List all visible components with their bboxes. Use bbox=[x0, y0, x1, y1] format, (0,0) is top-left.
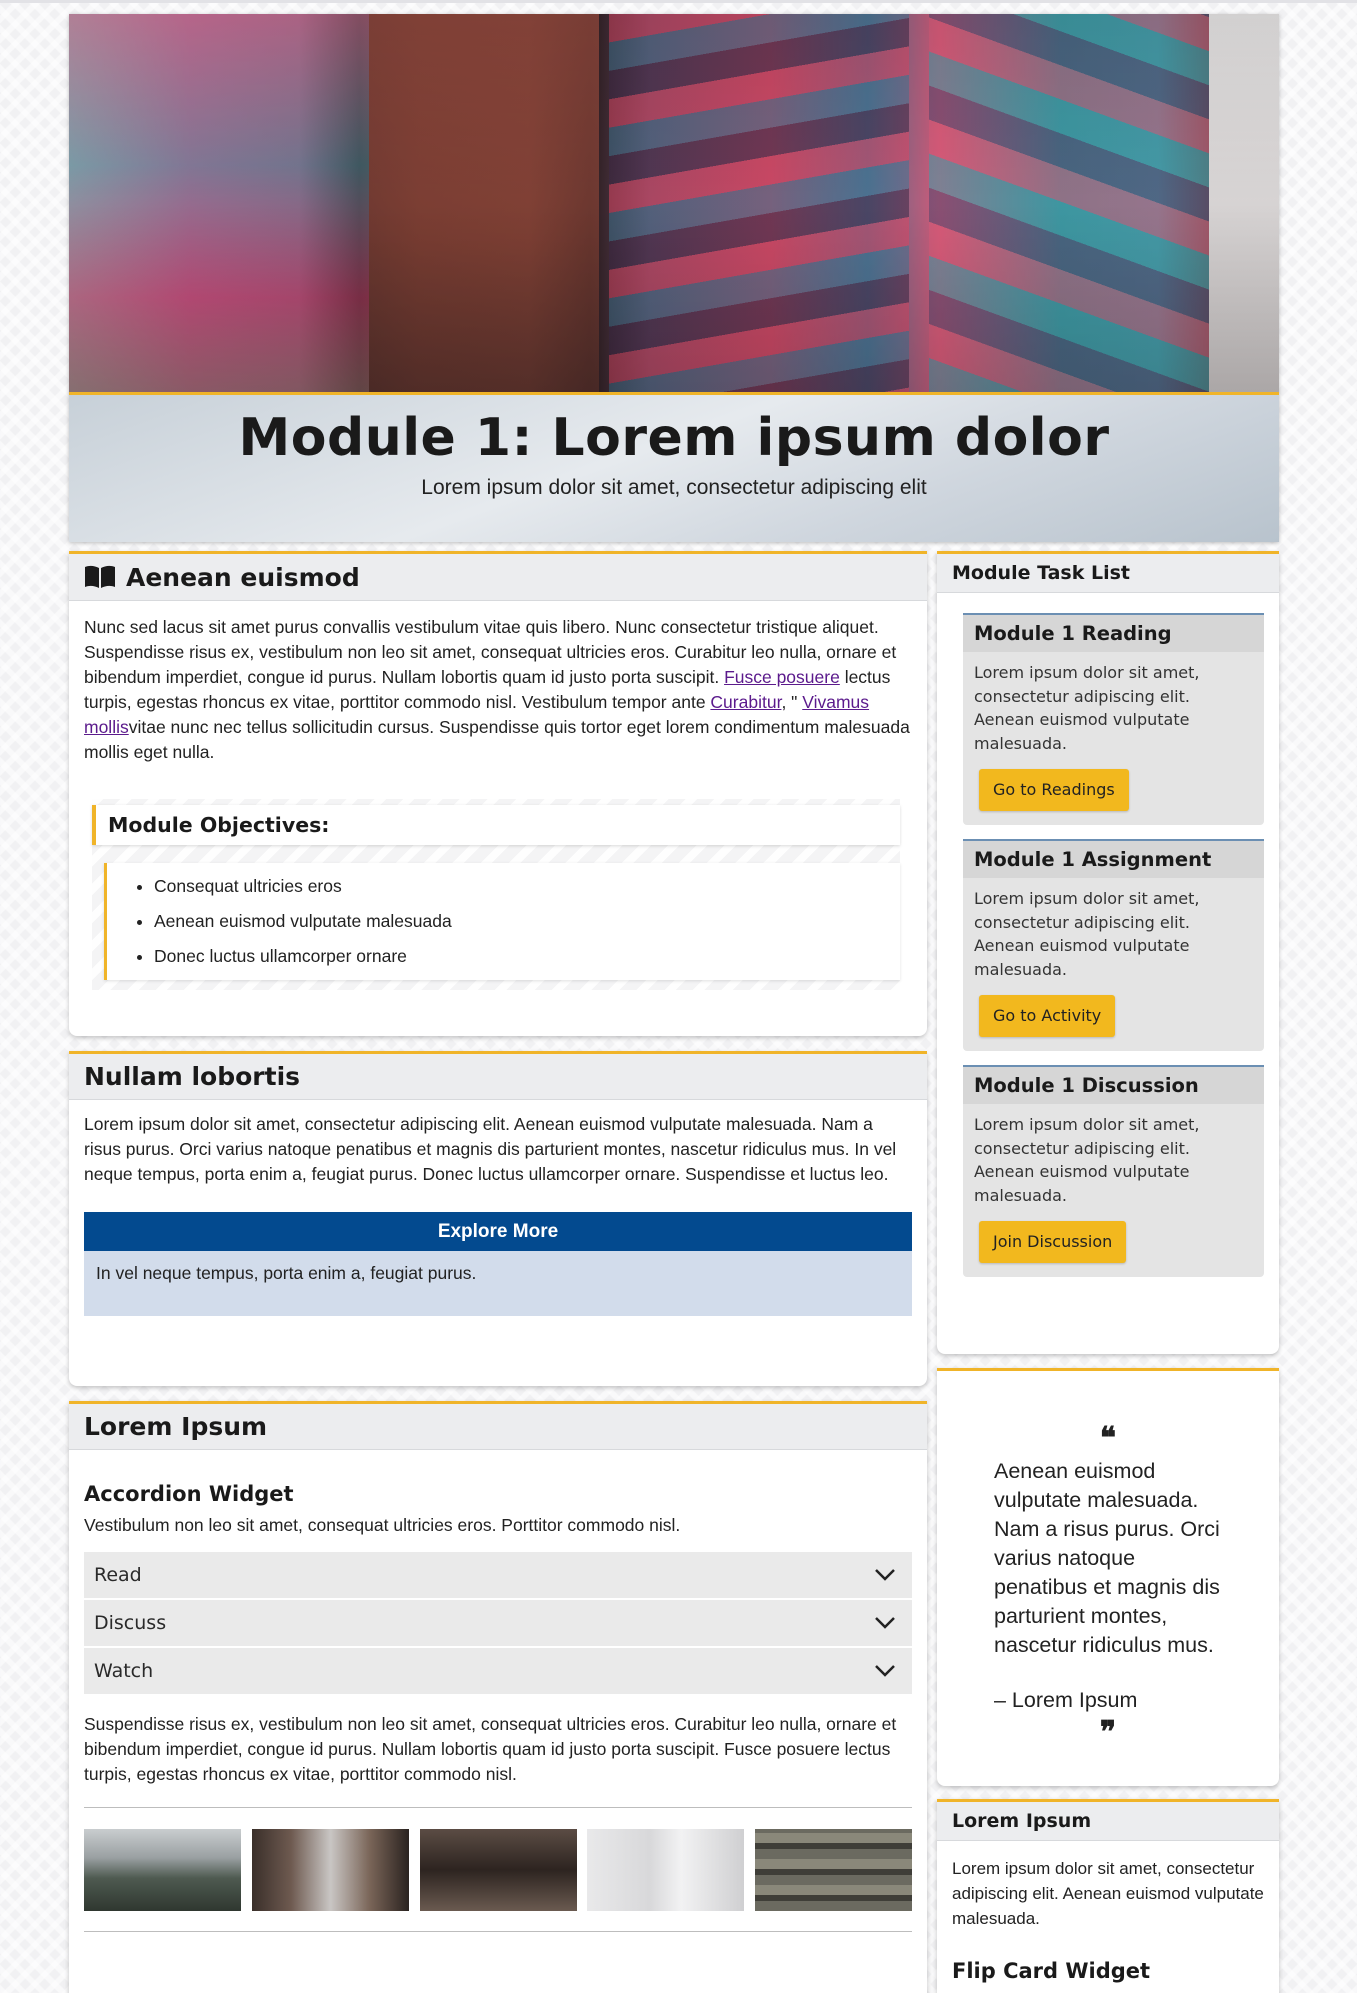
accordion-intro: Vestibulum non leo sit amet, consequat u… bbox=[84, 1515, 681, 1535]
gallery-image[interactable] bbox=[587, 1829, 745, 1911]
accordion: Read Discuss Watch bbox=[84, 1552, 912, 1696]
objectives-list: Consequat ultricies eros Aenean euismod … bbox=[104, 863, 900, 980]
task-text: Lorem ipsum dolor sit amet, consectetur … bbox=[974, 1115, 1200, 1205]
accordion-item-watch[interactable]: Watch bbox=[84, 1648, 912, 1696]
join-discussion-button[interactable]: Join Discussion bbox=[979, 1221, 1127, 1263]
section-body: Lorem ipsum dolor sit amet, consectetur … bbox=[69, 1100, 927, 1331]
list-item: Aenean euismod vulputate malesuada bbox=[154, 904, 900, 939]
section-paragraph: Lorem ipsum dolor sit amet, consectetur … bbox=[84, 1114, 897, 1184]
side-info-body: Lorem ipsum dolor sit amet, consectetur … bbox=[937, 1841, 1279, 1993]
objectives-title: Module Objectives: bbox=[108, 812, 330, 837]
divider bbox=[84, 1807, 912, 1808]
task-title: Module 1 Discussion bbox=[974, 1074, 1199, 1097]
section-title: Lorem Ipsum bbox=[84, 1412, 268, 1441]
objectives-header: Module Objectives: bbox=[92, 805, 900, 845]
gallery-image[interactable] bbox=[251, 1829, 409, 1911]
accordion-item-discuss[interactable]: Discuss bbox=[84, 1600, 912, 1648]
chevron-down-icon bbox=[875, 1569, 895, 1581]
gallery-image[interactable] bbox=[84, 1829, 241, 1911]
section-nullam-lobortis: Nullam lobortis Lorem ipsum dolor sit am… bbox=[69, 1051, 927, 1386]
task-reading: Module 1 Reading Lorem ipsum dolor sit a… bbox=[963, 613, 1264, 825]
side-info-text: Lorem ipsum dolor sit amet, consectetur … bbox=[952, 1859, 1264, 1928]
section-body: Nunc sed lacus sit amet purus convallis … bbox=[69, 601, 927, 1005]
task-text: Lorem ipsum dolor sit amet, consectetur … bbox=[974, 663, 1200, 753]
accordion-label: Discuss bbox=[94, 1611, 167, 1634]
module-objectives: Module Objectives: Consequat ultricies e… bbox=[92, 799, 900, 990]
section-body: Accordion Widget Vestibulum non leo sit … bbox=[69, 1450, 927, 1947]
section-paragraph: Suspendisse risus ex, vestibulum non leo… bbox=[84, 1714, 897, 1784]
module-task-list: Module Task List Module 1 Reading Lorem … bbox=[937, 551, 1279, 1354]
section-title: Aenean euismod bbox=[126, 562, 360, 592]
task-title: Module 1 Assignment bbox=[974, 848, 1212, 871]
chevron-down-icon bbox=[875, 1617, 895, 1629]
section-lorem-ipsum: Lorem Ipsum Accordion Widget Vestibulum … bbox=[69, 1401, 927, 1993]
hero-title-band: Module 1: Lorem ipsum dolor Lorem ipsum … bbox=[69, 392, 1279, 542]
chevron-down-icon bbox=[875, 1665, 895, 1677]
side-info-header: Lorem Ipsum bbox=[937, 1802, 1279, 1841]
link-fusce-posuere[interactable]: Fusce posuere bbox=[724, 667, 840, 687]
explore-more-box: Explore More In vel neque tempus, porta … bbox=[84, 1212, 912, 1316]
top-divider bbox=[0, 0, 1357, 3]
flip-card-title: Flip Card Widget bbox=[952, 1959, 1151, 1983]
explore-more-text: In vel neque tempus, porta enim a, feugi… bbox=[96, 1263, 477, 1283]
side-info-title: Lorem Ipsum bbox=[952, 1810, 1092, 1832]
task-body: Lorem ipsum dolor sit amet, consectetur … bbox=[963, 652, 1264, 825]
accordion-item-read[interactable]: Read bbox=[84, 1552, 912, 1600]
link-curabitur[interactable]: Curabitur bbox=[710, 692, 781, 712]
list-item: Consequat ultricies eros bbox=[154, 869, 900, 904]
page-subtitle: Lorem ipsum dolor sit amet, consectetur … bbox=[421, 476, 927, 499]
task-body: Lorem ipsum dolor sit amet, consectetur … bbox=[963, 1104, 1264, 1277]
section-title: Nullam lobortis bbox=[84, 1062, 301, 1091]
task-list-title: Module Task List bbox=[952, 562, 1131, 584]
explore-more-title: Explore More bbox=[84, 1212, 912, 1251]
accordion-label: Read bbox=[94, 1563, 142, 1586]
accordion-label: Watch bbox=[94, 1659, 154, 1682]
divider bbox=[84, 1931, 912, 1932]
image-gallery bbox=[84, 1829, 912, 1911]
quote-text: Aenean euismod vulputate malesuada. Nam … bbox=[994, 1459, 1220, 1657]
hero-image bbox=[69, 14, 1279, 392]
accordion-title: Accordion Widget bbox=[84, 1482, 294, 1506]
gallery-image[interactable] bbox=[755, 1829, 912, 1911]
section-aenean-euismod: Aenean euismod Nunc sed lacus sit amet p… bbox=[69, 551, 927, 1036]
task-header: Module 1 Reading bbox=[963, 615, 1264, 652]
gallery-image[interactable] bbox=[419, 1829, 577, 1911]
section-paragraph: Nunc sed lacus sit amet purus convallis … bbox=[84, 617, 910, 762]
task-discussion: Module 1 Discussion Lorem ipsum dolor si… bbox=[963, 1065, 1264, 1277]
list-item: Donec luctus ullamcorper ornare bbox=[154, 939, 900, 974]
task-text: Lorem ipsum dolor sit amet, consectetur … bbox=[974, 889, 1200, 979]
task-title: Module 1 Reading bbox=[974, 622, 1172, 645]
task-list-header: Module Task List bbox=[937, 554, 1279, 593]
section-header: Nullam lobortis bbox=[69, 1054, 927, 1100]
task-header: Module 1 Assignment bbox=[963, 841, 1264, 878]
quote-card: ❝ Aenean euismod vulputate malesuada. Na… bbox=[937, 1368, 1279, 1786]
task-body: Lorem ipsum dolor sit amet, consectetur … bbox=[963, 878, 1264, 1051]
open-quote-icon: ❝ bbox=[1099, 1421, 1117, 1456]
section-header: Lorem Ipsum bbox=[69, 1404, 927, 1450]
go-to-readings-button[interactable]: Go to Readings bbox=[979, 769, 1129, 811]
task-header: Module 1 Discussion bbox=[963, 1067, 1264, 1104]
go-to-activity-button[interactable]: Go to Activity bbox=[979, 995, 1116, 1037]
section-header: Aenean euismod bbox=[69, 554, 927, 601]
page-title: Module 1: Lorem ipsum dolor bbox=[238, 408, 1110, 468]
side-info-card: Lorem Ipsum Lorem ipsum dolor sit amet, … bbox=[937, 1799, 1279, 1993]
quote-attribution: – Lorem Ipsum bbox=[994, 1688, 1138, 1712]
book-icon bbox=[85, 565, 115, 588]
hero-banner: Module 1: Lorem ipsum dolor Lorem ipsum … bbox=[69, 14, 1279, 542]
close-quote-icon: ❞ bbox=[1099, 1715, 1117, 1750]
task-assignment: Module 1 Assignment Lorem ipsum dolor si… bbox=[963, 839, 1264, 1051]
